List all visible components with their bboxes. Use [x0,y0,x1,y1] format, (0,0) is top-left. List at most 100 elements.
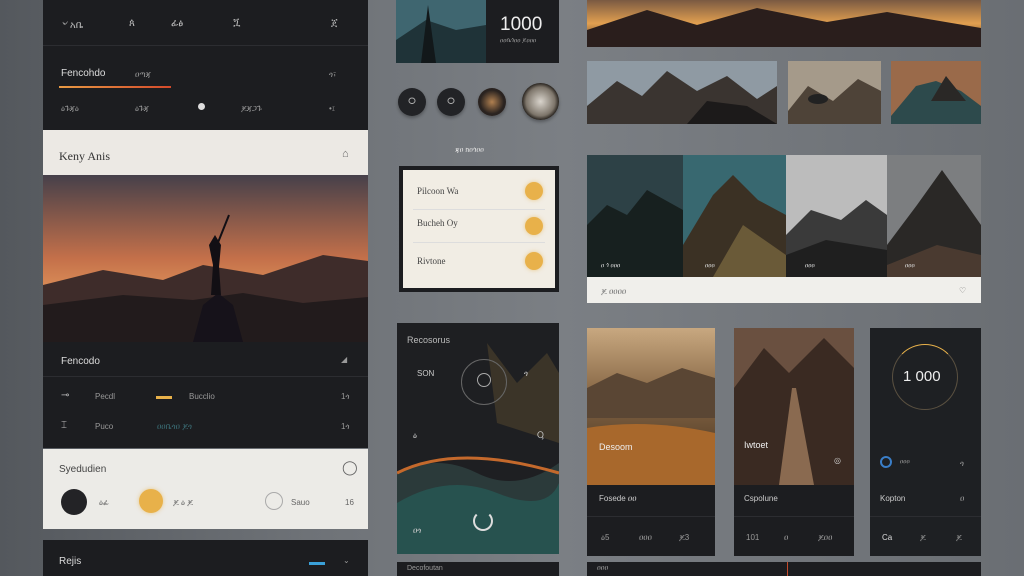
bottom-strip-right: ዐዐዐ [587,562,981,576]
card-title: Keny Anis [59,149,110,163]
row-1-value[interactable]: Bucclio [189,392,215,401]
map-b: ጎ [524,369,528,378]
top-item-3[interactable]: ፊፅ [171,18,183,29]
bottom-a: Decofoutan [407,565,443,572]
round-button-1[interactable]: ⵔ [398,88,426,116]
sub-dot [198,103,205,110]
tile-2-a: 101 [746,533,760,542]
blue-dot-icon[interactable] [880,456,892,468]
desert-photo [587,328,715,485]
nav-underline [59,86,171,88]
footer-accent [309,562,325,565]
row-1-icon: ⊸ [61,390,70,401]
tile-1-c: ጆ3 [679,533,690,542]
nav-tab[interactable]: ዐጣጃ [135,70,151,80]
mid-label: ጃዐ ክዐጎዐዐ [455,147,484,154]
list-section: Fencodo ◢ ⊸ Pecdl Bucclio 1ጎ ⌶ Puco ዐዐቤጎ… [43,342,368,448]
tile-2-label[interactable]: Cspolune [744,494,778,503]
map-title: Recosorus [407,335,451,345]
orange-dot-icon[interactable] [139,489,163,513]
list-item-2[interactable]: Bucheh Oy [417,218,458,228]
mountain-photo-1 [587,61,777,124]
round-button-4[interactable] [522,83,559,120]
sub-end[interactable]: •፤ [329,104,335,114]
dark-circle-icon[interactable] [61,489,87,515]
gallery-photo-1 [587,155,683,277]
top-item-1[interactable]: ৺ አቤ [61,18,83,35]
top-item-4[interactable]: ጟ [233,18,240,29]
list-dot-3[interactable] [525,252,543,270]
top-bar: ৺ አቤ ጰ ፊፅ ጟ ጀ [43,0,368,46]
row-1-label[interactable]: Pecdl [95,392,115,401]
gallery-photo-3 [786,155,887,277]
gallery-photo-2 [683,155,786,277]
row-2-label[interactable]: Puco [95,422,113,431]
footer-title: Rejis [59,556,82,567]
gallery-photo-4 [887,155,981,277]
mountain-photo-3 [891,61,981,124]
footer-end[interactable]: ⌄ [343,556,350,565]
round-button-2[interactable]: ⵔ [437,88,465,116]
nav-title[interactable]: Fencohdo [61,68,105,79]
tile-3-a: Ca [882,533,893,542]
gallery-label-3: ዐዐዐ [805,263,815,269]
list-card: Pilcoon Wa Bucheh Oy Rivtone [399,166,559,292]
light-d: 16 [345,498,354,507]
list-dot-2[interactable] [525,217,543,235]
bottom-accent [787,562,788,576]
row-2-value[interactable]: ዐዐቤጎዐ ጆጎ [157,422,192,432]
tile-3-end[interactable]: ዐ [960,494,964,504]
tile-stats: 1 000 ዐዐዐ ጎ Kopton ዐ Ca ጆ ጆ [870,328,981,556]
map-card: Recosorus SON ጎ ዕ Ⴓ ዐጎ [397,323,559,554]
map-a: SON [417,369,435,378]
heart-icon[interactable]: ♡ [959,286,966,295]
map-d: Ⴓ [537,431,544,440]
gallery-caption: ጆ ዐዐዐዐ [601,287,627,296]
tile-3-label[interactable]: Kopton [880,494,905,503]
tile-1-b: ዐዐዐ [639,533,652,542]
bottom-strip-left: Decofoutan [397,562,559,576]
tile-3-sub2: ጎ [960,459,964,468]
top-sunset-photo [587,0,981,47]
info-icon[interactable]: ◯ [342,459,358,476]
tile-3-title: 1 000 [903,368,941,385]
gallery-label-4: ዐዐዐ [905,263,915,269]
tile-desert: Desoom Fosede ዐዐ ዕ5 ዐዐዐ ጆ3 [587,328,715,556]
top-item-5[interactable]: ጀ [331,18,338,29]
light-b: ጆ ዕ ጆ [173,498,193,507]
sub-right[interactable]: ጆጃጋጉ [241,104,262,114]
map-c: ዕ [413,431,417,440]
tile-1-label[interactable]: Fosede ዐዐ [599,494,637,504]
tile-2-b: ዐ [784,533,789,542]
list-item-1[interactable]: Pilcoon Wa [417,186,458,196]
nav-right[interactable]: ጎ፣ [329,70,336,80]
divider [43,376,368,377]
light-circle-icon[interactable] [265,492,283,510]
list-dot-1[interactable] [525,182,543,200]
tile-1-title: Desoom [599,442,633,452]
tile-1-a: ዕ5 [601,533,610,542]
gallery-label-2: ዐዐዐ [705,263,715,269]
gallery-label-1: ዐ ጎ ዐዐዐ [601,263,621,269]
tile-2-title: Iwtoet [744,440,769,450]
light-c: Sauo [291,498,310,507]
map-dial-inner [477,373,491,387]
map-marker[interactable] [473,511,493,531]
round-button-3[interactable] [478,88,506,116]
map-e: ዐጎ [413,526,422,535]
hero-number: 1000 [500,14,543,35]
list-item-3[interactable]: Rivtone [417,256,446,266]
expand-icon[interactable]: ◢ [341,355,347,364]
section-title: Fencodo [61,356,100,367]
mountain-photo-2 [788,61,881,124]
gallery-card: ዐ ጎ ዐዐዐ ዐዐዐ ዐዐዐ ዐዐዐ ጆ ዐዐዐዐ ♡ [587,155,981,303]
sub-left[interactable]: ዕጉጃዕ [61,104,79,114]
bell-icon[interactable]: ⌂ [342,148,349,160]
tile-2-icon[interactable]: ◎ [834,456,841,465]
hero-tile: 1000 ዐዐቤጎዐዐ ጆዐዐዐ [396,0,559,63]
left-panel: ৺ አቤ ጰ ፊፅ ጟ ጀ Fencohdo ዐጣጃ ጎ፣ ዕጉጃዕ ዕጉጃ ጆ… [43,0,368,130]
top-item-2[interactable]: ጰ [129,18,135,29]
sub-mid[interactable]: ዕጉጃ [135,104,149,114]
sunset-photo [43,175,368,342]
light-title: Syedudien [59,464,107,475]
